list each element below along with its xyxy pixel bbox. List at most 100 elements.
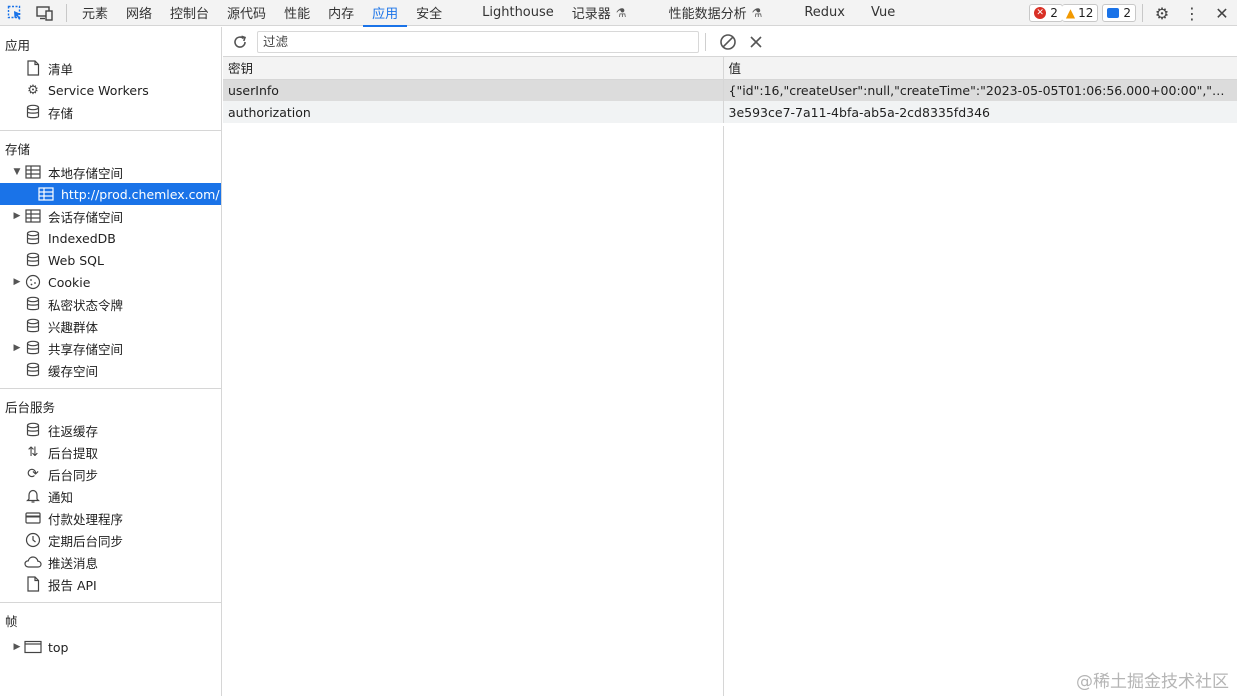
tab-label: Redux (804, 5, 845, 20)
devtools-toolbar: 元素 网络 控制台 源代码 性能 内存 应用 安全 Lighthouse 记录器… (0, 0, 1237, 27)
tab-performance[interactable]: 性能 (275, 0, 319, 26)
more-options-icon[interactable]: ⋮ (1177, 0, 1207, 26)
sidebar-item-local-storage-origin[interactable]: http://prod.chemlex.com/ (0, 183, 221, 205)
sidebar-item-frame-top[interactable]: ▶ top (0, 636, 221, 658)
row-key[interactable]: authorization (223, 101, 724, 123)
tab-vue[interactable]: Vue (862, 0, 904, 26)
expand-right-arrow-icon[interactable]: ▶ (12, 642, 22, 652)
sidebar-item-storage[interactable]: 存储 (0, 101, 221, 123)
error-count-badge[interactable]: ✕ 2 (1029, 4, 1063, 22)
database-icon (24, 361, 42, 379)
sidebar-item-web-sql[interactable]: Web SQL (0, 249, 221, 271)
gears-icon: ⚙ (27, 82, 39, 98)
sidebar-item-label: 本地存储空间 (48, 165, 124, 181)
section-storage: 存储 ▼ 本地存储空间 http://prod.chemlex.com/ ▶ 会… (0, 131, 221, 389)
table-row[interactable]: userInfo {"id":16,"createUser":null,"cre… (223, 79, 1237, 101)
tab-label: 控制台 (170, 7, 210, 22)
storage-main-panel: 密钥 值 userInfo {"id":16,"createUser":null… (223, 27, 1237, 696)
flask-icon: ⚗ (751, 5, 763, 20)
sidebar-item-label: 会话存储空间 (48, 209, 124, 225)
tab-label: 性能数据分析 (668, 7, 747, 22)
sidebar-item-cache-storage[interactable]: 缓存空间 (0, 359, 221, 381)
database-icon (24, 229, 42, 247)
tab-label: Lighthouse (482, 5, 554, 20)
tab-security[interactable]: 安全 (407, 0, 451, 26)
column-divider (723, 126, 724, 696)
row-value[interactable]: 3e593ce7-7a11-4bfa-ab5a-2cd8335fd346 (723, 101, 1237, 123)
tab-performance-insights[interactable]: 性能数据分析 ⚗ (660, 0, 772, 26)
warning-count: 12 (1078, 6, 1094, 20)
sidebar-item-shared-storage[interactable]: ▶ 共享存储空间 (0, 337, 221, 359)
toolbar-separator (705, 32, 706, 51)
tab-console[interactable]: 控制台 (161, 0, 218, 26)
sidebar-item-manifest[interactable]: 清单 (0, 57, 221, 79)
delete-selected-icon[interactable] (742, 27, 770, 57)
local-storage-table: 密钥 值 userInfo {"id":16,"createUser":null… (223, 57, 1237, 123)
sidebar-item-background-fetch[interactable]: ⇅ 后台提取 (0, 441, 221, 463)
tab-elements[interactable]: 元素 (73, 0, 117, 26)
expand-right-arrow-icon[interactable]: ▶ (12, 211, 22, 221)
sidebar-item-push-messaging[interactable]: 推送消息 (0, 551, 221, 573)
refresh-icon[interactable] (223, 27, 257, 57)
cloud-icon (24, 553, 42, 571)
column-header-key[interactable]: 密钥 (223, 57, 724, 80)
sidebar-item-label: 共享存储空间 (48, 341, 124, 357)
sidebar-item-label: 存储 (48, 105, 74, 121)
sidebar-item-label: 后台提取 (48, 445, 99, 461)
section-title-background-services: 后台服务 (5, 400, 56, 415)
tab-network[interactable]: 网络 (117, 0, 161, 26)
sidebar-item-label: 推送消息 (48, 555, 99, 571)
sidebar-item-private-state-tokens[interactable]: 私密状态令牌 (0, 293, 221, 315)
tab-label: 记录器 (571, 7, 611, 22)
sidebar-item-label: 定期后台同步 (48, 533, 124, 549)
table-icon (24, 163, 42, 181)
tab-label: 应用 (372, 7, 399, 22)
sidebar-item-payment-handler[interactable]: 付款处理程序 (0, 507, 221, 529)
sidebar-item-label: Web SQL (48, 252, 104, 268)
sidebar-item-periodic-background-sync[interactable]: 定期后台同步 (0, 529, 221, 551)
tab-lighthouse[interactable]: Lighthouse (473, 0, 563, 26)
sidebar-item-label: Service Workers (48, 82, 149, 98)
device-toggle-icon[interactable] (30, 0, 60, 26)
warning-count-badge[interactable]: ▲ 12 (1061, 4, 1099, 22)
sidebar-item-interest-groups[interactable]: 兴趣群体 (0, 315, 221, 337)
sidebar-item-background-sync[interactable]: ⟳ 后台同步 (0, 463, 221, 485)
tab-redux[interactable]: Redux (795, 0, 854, 26)
expand-right-arrow-icon[interactable]: ▶ (12, 343, 22, 353)
table-row[interactable]: authorization 3e593ce7-7a11-4bfa-ab5a-2c… (223, 101, 1237, 123)
sidebar-item-notifications[interactable]: 通知 (0, 485, 221, 507)
message-count-badge[interactable]: 2 (1102, 4, 1136, 22)
tab-memory[interactable]: 内存 (319, 0, 363, 26)
filter-input[interactable] (257, 30, 699, 53)
sidebar-item-reporting-api[interactable]: 报告 API (0, 573, 221, 595)
toolbar-separator (66, 3, 67, 22)
clear-all-icon[interactable] (714, 27, 742, 57)
sidebar-item-indexeddb[interactable]: IndexedDB (0, 227, 221, 249)
expand-down-arrow-icon[interactable]: ▼ (12, 167, 22, 177)
section-background-services: 后台服务 往返缓存 ⇅ 后台提取 ⟳ 后台同步 通知 付款处理程序 定期后台同步… (0, 389, 221, 603)
sidebar-item-local-storage[interactable]: ▼ 本地存储空间 (0, 161, 221, 183)
tab-sources[interactable]: 源代码 (218, 0, 275, 26)
inspect-element-icon[interactable] (0, 0, 30, 26)
expand-right-arrow-icon[interactable]: ▶ (12, 277, 22, 287)
sidebar-item-label: 清单 (48, 61, 74, 77)
settings-gear-icon[interactable]: ⚙ (1147, 0, 1177, 26)
message-count: 2 (1123, 6, 1131, 20)
sidebar-item-session-storage[interactable]: ▶ 会话存储空间 (0, 205, 221, 227)
row-value[interactable]: {"id":16,"createUser":null,"createTime":… (723, 79, 1237, 101)
section-frames: 帧 ▶ top (0, 603, 221, 665)
sidebar-item-cookie[interactable]: ▶ Cookie (0, 271, 221, 293)
tab-label: 安全 (416, 7, 443, 22)
row-key[interactable]: userInfo (223, 79, 724, 101)
filter-toolbar (223, 27, 1237, 57)
section-application: 应用 清单 ⚙ Service Workers 存储 (0, 27, 221, 131)
tab-application[interactable]: 应用 (363, 0, 408, 27)
database-icon (24, 251, 42, 269)
column-header-value[interactable]: 值 (723, 57, 1237, 80)
sidebar-item-bfcache[interactable]: 往返缓存 (0, 419, 221, 441)
sidebar-item-service-workers[interactable]: ⚙ Service Workers (0, 79, 221, 101)
frame-icon (24, 638, 42, 656)
tab-label: 性能 (284, 7, 311, 22)
tab-recorder[interactable]: 记录器 ⚗ (563, 0, 636, 26)
close-devtools-icon[interactable]: ✕ (1207, 0, 1237, 26)
